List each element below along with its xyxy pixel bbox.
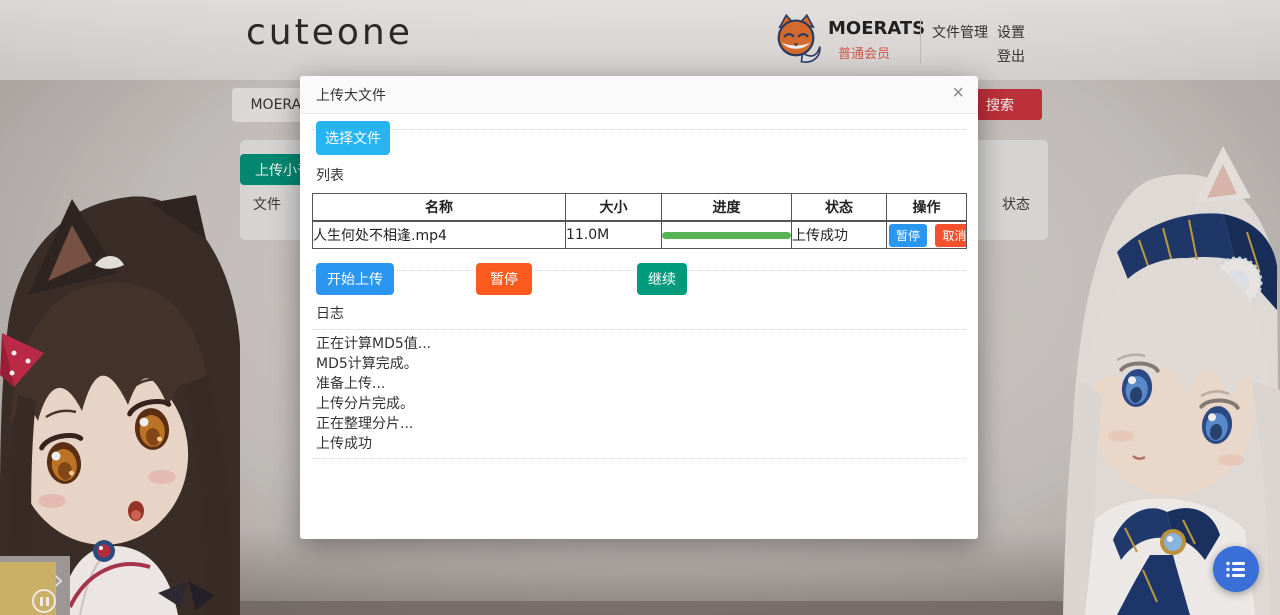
log-line: 正在整理分片... [316, 414, 962, 434]
upload-table: 名称 大小 进度 状态 操作 人生何处不相逢.mp4 11.0M [312, 193, 967, 249]
upload-dialog: 上传大文件 × 选择文件 列表 名称 大小 进度 状态 操作 [300, 76, 978, 539]
choose-file-button[interactable]: 选择文件 [316, 121, 390, 155]
col-size: 大小 [566, 194, 662, 222]
table-header-row: 名称 大小 进度 状态 操作 [313, 194, 967, 222]
log-line: 上传成功 [316, 434, 962, 454]
col-progress: 进度 [662, 194, 792, 222]
section-divider [312, 129, 966, 130]
log-line: 正在计算MD5值... [316, 334, 962, 354]
start-upload-button[interactable]: 开始上传 [316, 263, 394, 295]
progress-track [662, 232, 791, 239]
file-size: 11.0M [566, 221, 662, 249]
col-status: 状态 [792, 194, 887, 222]
log-box: 正在计算MD5值... MD5计算完成。 准备上传... 上传分片完成。 正在整… [312, 329, 966, 459]
col-name: 名称 [313, 194, 566, 222]
file-name: 人生何处不相逢.mp4 [313, 221, 566, 249]
log-line: MD5计算完成。 [316, 354, 962, 374]
log-label: 日志 [316, 303, 344, 323]
upload-status: 上传成功 [792, 221, 887, 249]
menu-list-icon [1226, 561, 1246, 578]
page: cuteone MOERATS 普通会员 文件管理 设置 登出 MOERATS … [0, 0, 1280, 615]
dialog-body: 选择文件 列表 名称 大小 进度 状态 操作 人生 [300, 113, 978, 539]
row-cancel-button[interactable]: 取消 [935, 224, 966, 247]
actions-cell: 暂停 取消 [887, 221, 967, 249]
progress-cell [662, 221, 792, 249]
progress-bar [662, 232, 791, 239]
log-line: 准备上传... [316, 374, 962, 394]
row-pause-button[interactable]: 暂停 [889, 224, 927, 247]
dialog-titlebar: 上传大文件 × [300, 76, 978, 114]
dialog-title: 上传大文件 [316, 85, 386, 105]
list-label: 列表 [316, 165, 344, 185]
pause-upload-button[interactable]: 暂停 [476, 263, 532, 295]
col-actions: 操作 [887, 194, 967, 222]
log-line: 上传分片完成。 [316, 394, 962, 414]
floating-menu-button[interactable] [1213, 546, 1259, 592]
table-row: 人生何处不相逢.mp4 11.0M 上传成功 暂停 取消 [313, 221, 967, 249]
close-icon[interactable]: × [950, 81, 966, 105]
resume-upload-button[interactable]: 继续 [637, 263, 687, 295]
